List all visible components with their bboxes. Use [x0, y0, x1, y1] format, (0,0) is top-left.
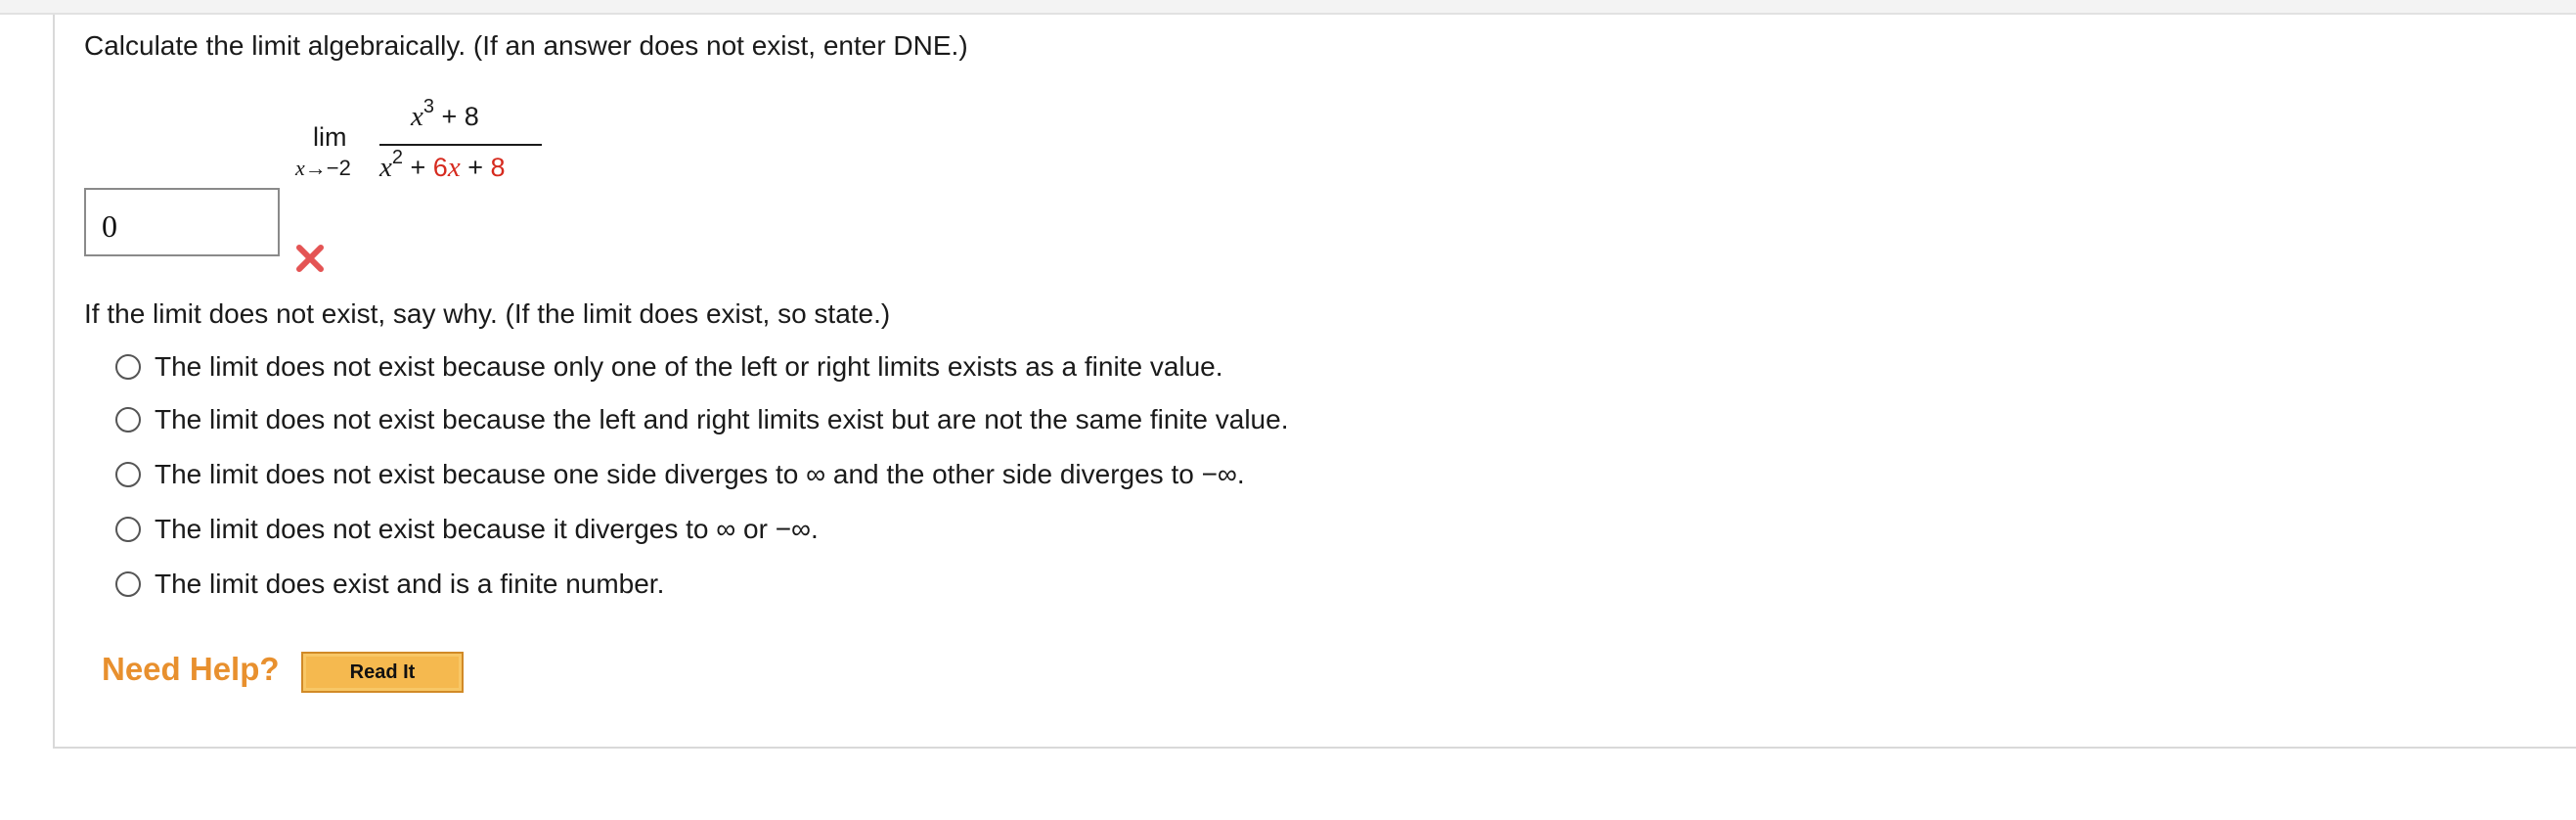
- question-panel: Calculate the limit algebraically. (If a…: [53, 15, 2576, 749]
- answer-input[interactable]: [84, 188, 280, 256]
- option-diverges-opposite[interactable]: The limit does not exist because one sid…: [115, 455, 1245, 494]
- fraction-numerator: x3 + 8: [411, 96, 479, 132]
- option-limits-differ[interactable]: The limit does not exist because the lef…: [115, 400, 1288, 439]
- need-help-label: Need Help?: [102, 651, 280, 687]
- top-border: [0, 0, 2576, 15]
- incorrect-x-icon: [296, 245, 324, 272]
- option-label: The limit does not exist because one sid…: [155, 459, 1245, 489]
- radio-button[interactable]: [115, 571, 141, 597]
- option-label: The limit does not exist because only on…: [155, 351, 1223, 382]
- lim-subscript: x→−2: [295, 156, 351, 180]
- option-label: The limit does not exist because the lef…: [155, 404, 1289, 434]
- radio-button[interactable]: [115, 354, 141, 380]
- option-diverges-infinity[interactable]: The limit does not exist because it dive…: [115, 510, 819, 549]
- fraction-denominator: x2 + 6x + 8: [379, 147, 506, 183]
- option-limit-exists[interactable]: The limit does exist and is a finite num…: [115, 565, 664, 604]
- lim-word: lim: [313, 122, 347, 152]
- read-it-button[interactable]: Read It: [301, 652, 464, 693]
- limit-expression: lim x→−2 x3 + 8 x2 + 6x + 8: [241, 85, 554, 193]
- option-label: The limit does exist and is a finite num…: [155, 569, 665, 599]
- coefficient-highlight: 6: [432, 153, 448, 182]
- radio-button[interactable]: [115, 407, 141, 433]
- constant-highlight: 8: [490, 153, 506, 182]
- question-2-prompt: If the limit does not exist, say why. (I…: [84, 298, 891, 329]
- fraction-bar: [379, 144, 542, 146]
- question-prompt: Calculate the limit algebraically. (If a…: [84, 30, 968, 61]
- radio-button[interactable]: [115, 517, 141, 542]
- radio-button[interactable]: [115, 462, 141, 487]
- option-one-sided-limit[interactable]: The limit does not exist because only on…: [115, 347, 1223, 387]
- option-label: The limit does not exist because it dive…: [155, 514, 819, 544]
